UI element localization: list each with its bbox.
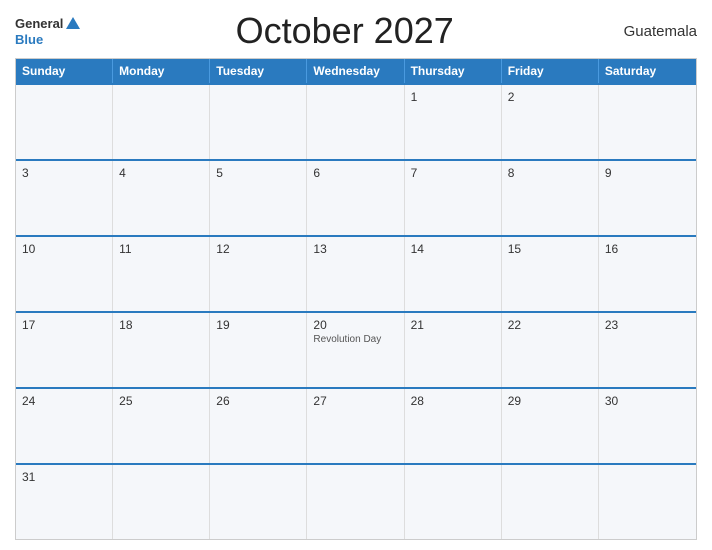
calendar-cell [307, 85, 404, 159]
day-header-thursday: Thursday [405, 59, 502, 83]
calendar-cell: 20 Revolution Day [307, 313, 404, 387]
calendar-cell: 21 [405, 313, 502, 387]
calendar-cell: 12 [210, 237, 307, 311]
header: General Blue October 2027 Guatemala [15, 10, 697, 52]
cell-number: 9 [605, 166, 690, 180]
logo-blue: Blue [15, 33, 43, 47]
day-header-sunday: Sunday [16, 59, 113, 83]
calendar-cell [16, 85, 113, 159]
cell-number: 24 [22, 394, 106, 408]
calendar-cell [113, 465, 210, 539]
cell-number: 6 [313, 166, 397, 180]
calendar-cell: 3 [16, 161, 113, 235]
cell-number: 17 [22, 318, 106, 332]
calendar-cell [405, 465, 502, 539]
calendar-cell: 22 [502, 313, 599, 387]
cell-number: 19 [216, 318, 300, 332]
calendar-cell [113, 85, 210, 159]
calendar: SundayMondayTuesdayWednesdayThursdayFrid… [15, 58, 697, 540]
cell-number: 21 [411, 318, 495, 332]
calendar-cell: 10 [16, 237, 113, 311]
calendar-cell: 27 [307, 389, 404, 463]
cell-number: 5 [216, 166, 300, 180]
country-label: Guatemala [607, 23, 697, 40]
week-row-1: 12 [16, 83, 696, 159]
day-header-monday: Monday [113, 59, 210, 83]
cell-number: 26 [216, 394, 300, 408]
day-header-friday: Friday [502, 59, 599, 83]
week-row-2: 3456789 [16, 159, 696, 235]
calendar-cell: 26 [210, 389, 307, 463]
cell-number: 4 [119, 166, 203, 180]
calendar-cell: 2 [502, 85, 599, 159]
calendar-cell: 28 [405, 389, 502, 463]
logo-general: General [15, 17, 63, 31]
week-row-6: 31 [16, 463, 696, 539]
cell-number: 28 [411, 394, 495, 408]
cell-number: 15 [508, 242, 592, 256]
calendar-cell: 16 [599, 237, 696, 311]
calendar-cell [210, 465, 307, 539]
cell-number: 14 [411, 242, 495, 256]
days-header: SundayMondayTuesdayWednesdayThursdayFrid… [16, 59, 696, 83]
cell-number: 10 [22, 242, 106, 256]
cell-number: 8 [508, 166, 592, 180]
calendar-cell: 1 [405, 85, 502, 159]
cell-number: 16 [605, 242, 690, 256]
calendar-cell: 31 [16, 465, 113, 539]
cell-number: 18 [119, 318, 203, 332]
calendar-cell [210, 85, 307, 159]
week-row-3: 10 11 12 13 14 15 16 [16, 235, 696, 311]
cell-number: 29 [508, 394, 592, 408]
cell-number: 11 [119, 242, 203, 256]
calendar-cell: 6 [307, 161, 404, 235]
cell-number: 13 [313, 242, 397, 256]
cell-event: Revolution Day [313, 334, 397, 346]
calendar-cell: 17 [16, 313, 113, 387]
calendar-cell: 7 [405, 161, 502, 235]
cell-number: 12 [216, 242, 300, 256]
cell-number: 20 [313, 318, 397, 332]
day-header-saturday: Saturday [599, 59, 696, 83]
week-row-5: 24 25 26 27 28 29 30 [16, 387, 696, 463]
calendar-cell: 11 [113, 237, 210, 311]
cell-number: 30 [605, 394, 690, 408]
calendar-cell: 4 [113, 161, 210, 235]
cell-number: 3 [22, 166, 106, 180]
page-title: October 2027 [82, 10, 607, 52]
calendar-cell: 23 [599, 313, 696, 387]
calendar-cell: 25 [113, 389, 210, 463]
day-header-tuesday: Tuesday [210, 59, 307, 83]
day-header-wednesday: Wednesday [307, 59, 404, 83]
cell-number: 7 [411, 166, 495, 180]
calendar-cell: 8 [502, 161, 599, 235]
cell-number: 25 [119, 394, 203, 408]
calendar-cell: 9 [599, 161, 696, 235]
cell-number: 27 [313, 394, 397, 408]
calendar-cell: 30 [599, 389, 696, 463]
calendar-cell: 29 [502, 389, 599, 463]
cell-number: 31 [22, 470, 106, 484]
calendar-cell [502, 465, 599, 539]
calendar-cell [599, 465, 696, 539]
calendar-cell: 18 [113, 313, 210, 387]
cell-number: 22 [508, 318, 592, 332]
calendar-cell [307, 465, 404, 539]
calendar-cell: 5 [210, 161, 307, 235]
calendar-cell: 19 [210, 313, 307, 387]
cell-number: 1 [411, 90, 495, 104]
cell-number: 23 [605, 318, 690, 332]
calendar-cell: 13 [307, 237, 404, 311]
weeks: 1234567891011121314151617181920Revolutio… [16, 83, 696, 539]
calendar-cell: 15 [502, 237, 599, 311]
logo-icon [64, 15, 82, 33]
calendar-page: General Blue October 2027 Guatemala Sund… [0, 0, 712, 550]
cell-number: 2 [508, 90, 592, 104]
calendar-cell: 24 [16, 389, 113, 463]
calendar-cell: 14 [405, 237, 502, 311]
calendar-cell [599, 85, 696, 159]
week-row-4: 17 18 19 20 Revolution Day 21 22 23 [16, 311, 696, 387]
logo: General Blue [15, 15, 82, 47]
